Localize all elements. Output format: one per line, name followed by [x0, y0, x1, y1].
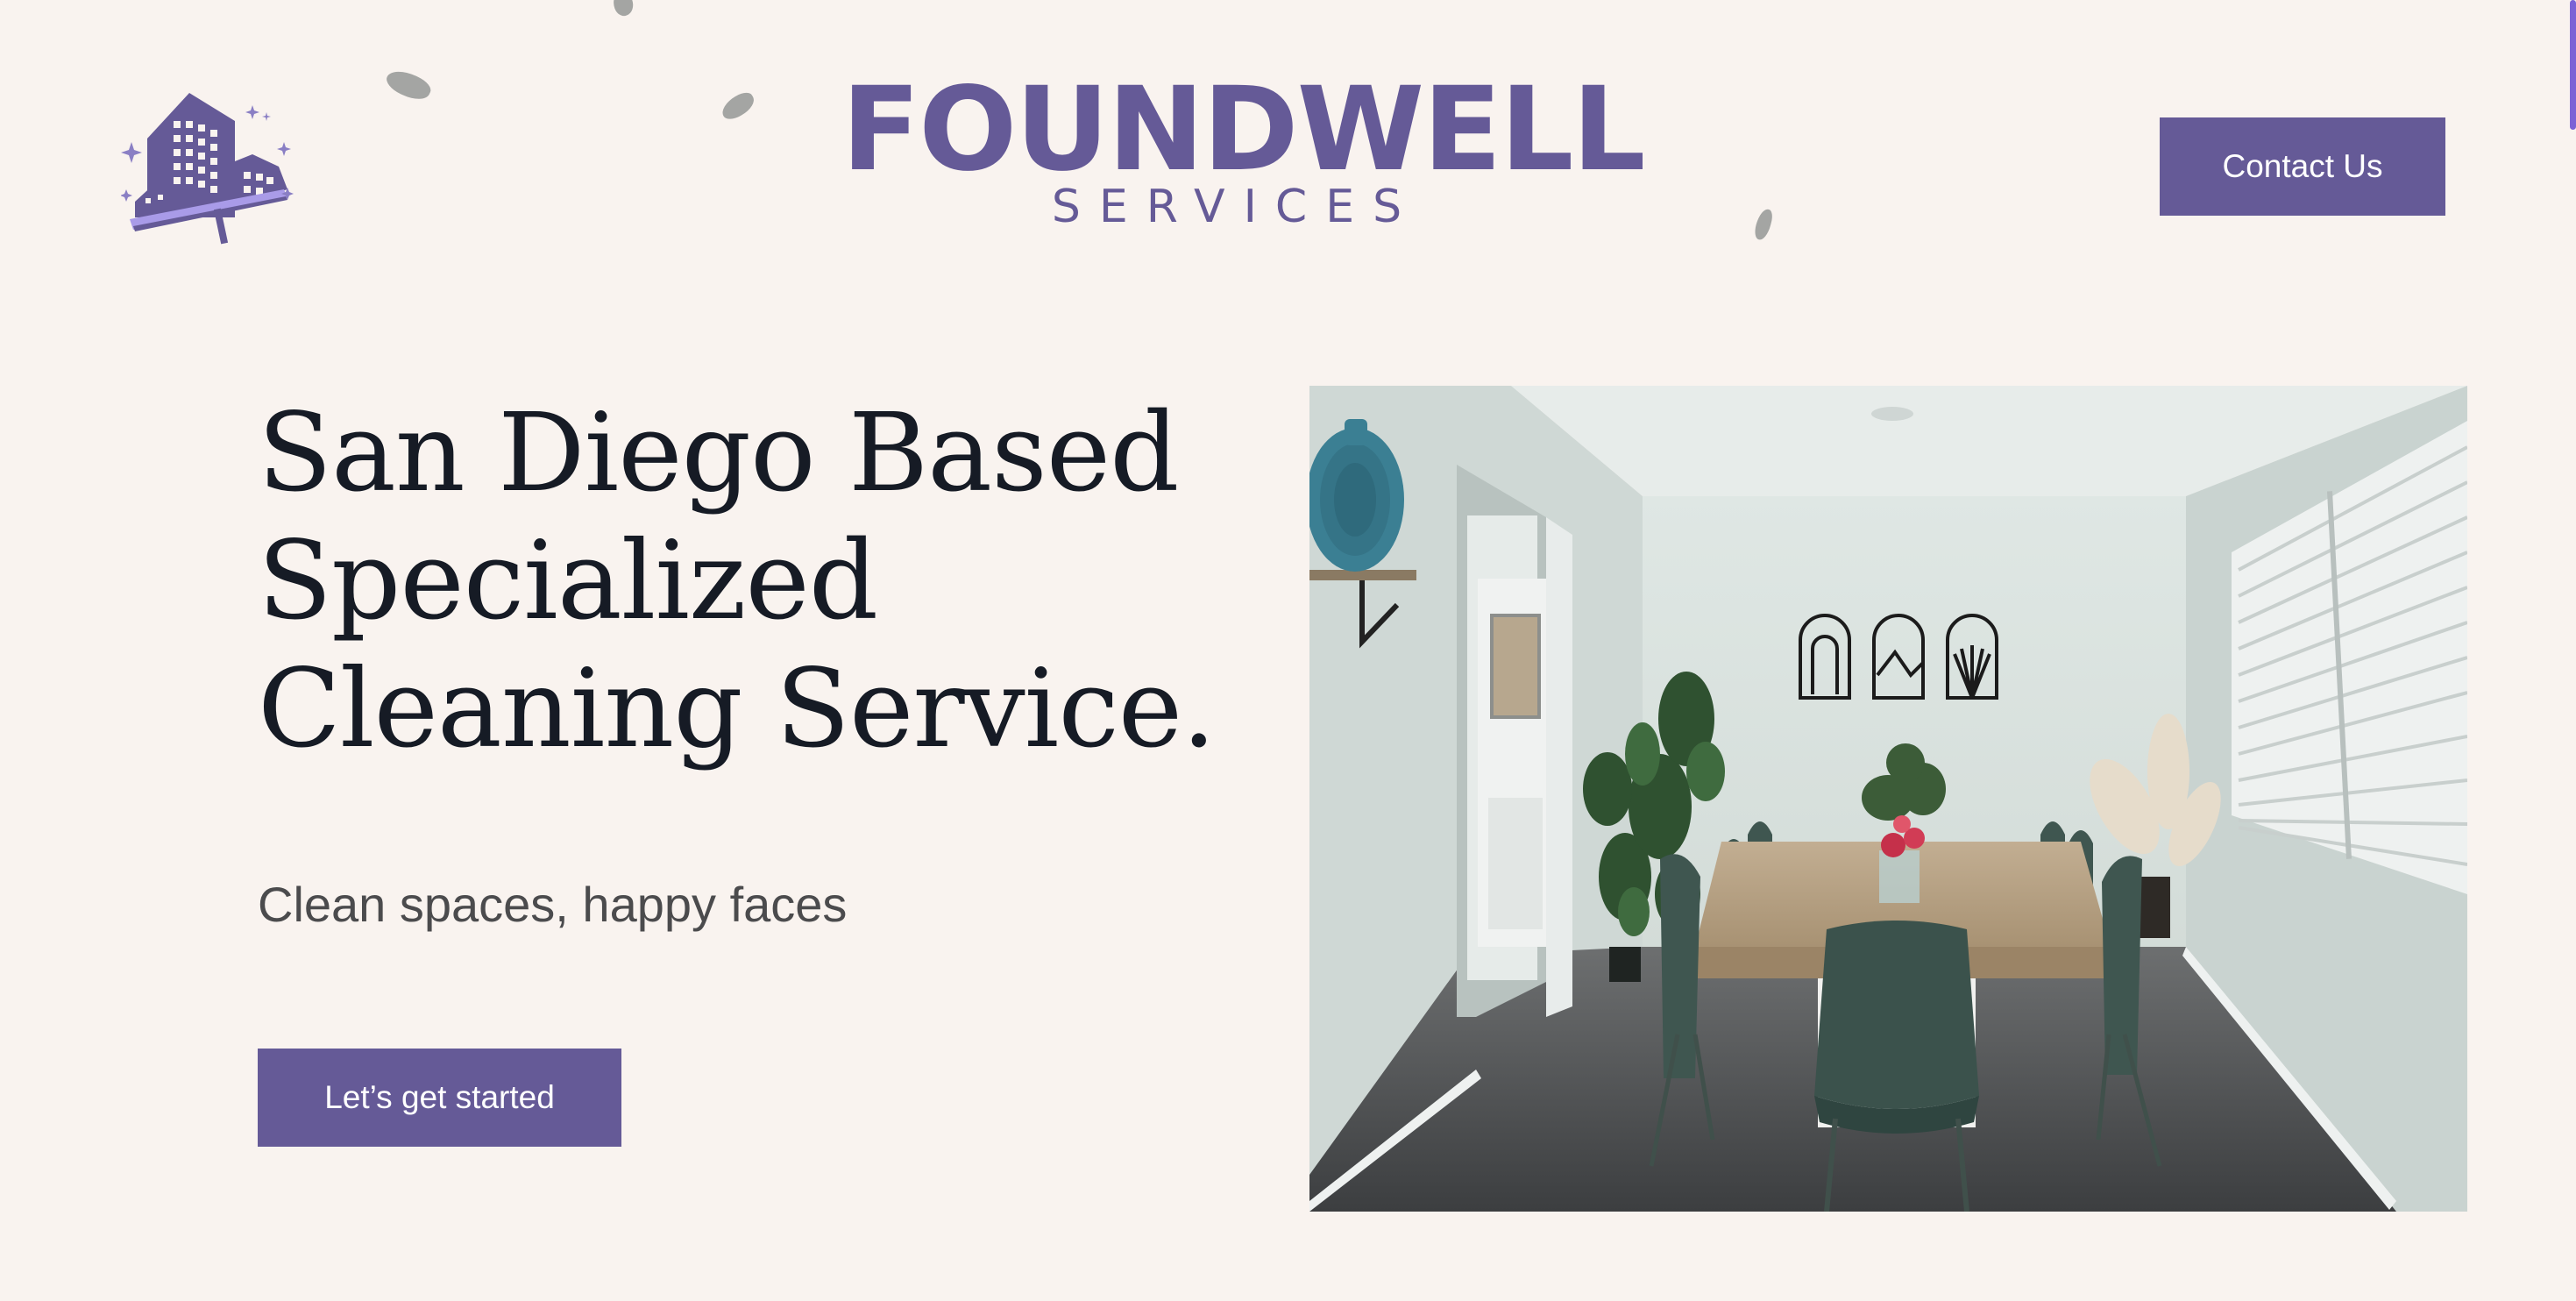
brand-wordmark[interactable]: FOUNDWELL SERVICES	[841, 62, 1646, 231]
building-squeegee-icon[interactable]	[120, 86, 305, 245]
dining-room-photo	[1309, 386, 2467, 1212]
get-started-button[interactable]: Let’s get started	[258, 1049, 621, 1147]
hero-title-line: San Diego Based	[258, 390, 1180, 516]
decorative-fleck	[382, 65, 435, 105]
scroll-indicator[interactable]	[2570, 0, 2576, 130]
contact-us-button[interactable]: Contact Us	[2160, 117, 2445, 216]
decorative-fleck	[1752, 207, 1775, 242]
hero-title-line: Specialized	[258, 518, 878, 644]
hero-title-line: Cleaning Service.	[258, 646, 1217, 772]
hero-tagline: Clean spaces, happy faces	[258, 877, 848, 932]
page: FOUNDWELL SERVICES Contact Us San Diego …	[0, 0, 2576, 1301]
decorative-fleck	[609, 0, 637, 18]
brand-name: FOUNDWELL	[841, 62, 1646, 197]
hero-title: San Diego Based Specialized Cleaning Ser…	[258, 389, 1309, 773]
decorative-fleck	[718, 89, 758, 124]
